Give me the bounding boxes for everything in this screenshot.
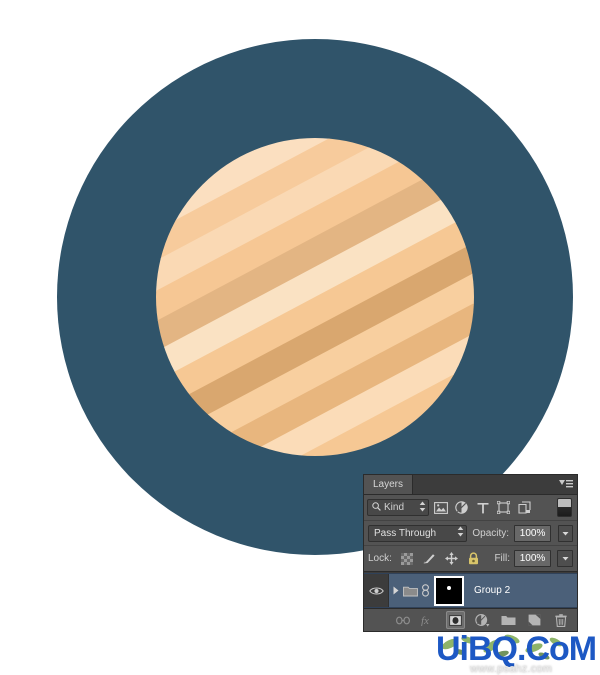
- panel-menu-icon[interactable]: [559, 479, 573, 490]
- blend-mode-value: Pass Through: [374, 527, 437, 539]
- panel-tabbar: Layers: [364, 475, 577, 495]
- fill-label: Fill:: [494, 553, 510, 564]
- new-group-button[interactable]: [500, 612, 517, 628]
- new-layer-button[interactable]: [526, 612, 543, 628]
- opacity-input[interactable]: 100%: [514, 524, 552, 542]
- fill-value: 100%: [519, 553, 546, 564]
- search-icon: [372, 501, 381, 514]
- panel-bottom-toolbar: fx: [364, 608, 577, 631]
- layers-panel: Layers Kind Pass Through Opacity: 100% L…: [363, 474, 578, 632]
- tab-layers-label: Layers: [373, 479, 404, 490]
- expand-triangle-icon[interactable]: [389, 586, 402, 595]
- lock-label: Lock:: [368, 553, 392, 564]
- link-mask-icon[interactable]: [419, 584, 432, 597]
- mask-white-dot: [447, 585, 451, 590]
- lock-position-icon[interactable]: [442, 549, 461, 568]
- filter-smart-object-icon[interactable]: [515, 498, 534, 517]
- lock-image-pixels-icon[interactable]: [420, 549, 439, 568]
- filter-shape-layers-icon[interactable]: [494, 498, 513, 517]
- filter-type-layers-icon[interactable]: [473, 498, 492, 517]
- opacity-dropdown-button[interactable]: [558, 524, 573, 542]
- layer-style-button[interactable]: fx: [420, 612, 437, 628]
- updown-arrows-icon[interactable]: [457, 526, 464, 540]
- blend-mode-select[interactable]: Pass Through: [368, 524, 468, 542]
- table-row[interactable]: Group 2: [364, 573, 577, 608]
- fill-dropdown-button[interactable]: [557, 550, 573, 567]
- filter-enable-toggle-icon[interactable]: [557, 498, 572, 517]
- tab-layers[interactable]: Layers: [364, 475, 414, 494]
- layer-list: Group 2: [364, 572, 577, 608]
- folder-group-icon: [402, 585, 419, 597]
- lock-row: Lock: Fill: 100%: [364, 546, 577, 572]
- opacity-label: Opacity:: [472, 527, 510, 539]
- delete-layer-button[interactable]: [552, 612, 569, 628]
- fill-input[interactable]: 100%: [514, 550, 551, 567]
- add-layer-mask-button[interactable]: [446, 611, 465, 629]
- lock-all-icon[interactable]: [464, 549, 483, 568]
- link-layers-button[interactable]: [394, 612, 411, 628]
- layer-name-label: Group 2: [474, 585, 511, 596]
- blend-opacity-row: Pass Through Opacity: 100%: [364, 521, 577, 546]
- lock-transparent-pixels-icon[interactable]: [398, 549, 417, 568]
- updown-arrows-icon[interactable]: [419, 501, 426, 515]
- filter-pixel-layers-icon[interactable]: [431, 498, 450, 517]
- filter-adjustment-layers-icon[interactable]: [452, 498, 471, 517]
- new-fill-adjustment-button[interactable]: [474, 612, 491, 628]
- chevron-down-icon: [562, 553, 569, 564]
- layer-mask-thumbnail[interactable]: [434, 575, 464, 606]
- filter-row: Kind: [364, 495, 577, 521]
- svg-text:fx: fx: [421, 615, 429, 626]
- filter-kind-label: Kind: [384, 502, 405, 513]
- filter-kind-select[interactable]: Kind: [367, 499, 429, 516]
- opacity-value: 100%: [519, 527, 546, 539]
- chevron-down-icon: [562, 528, 569, 539]
- eye-visibility-icon[interactable]: [364, 574, 389, 607]
